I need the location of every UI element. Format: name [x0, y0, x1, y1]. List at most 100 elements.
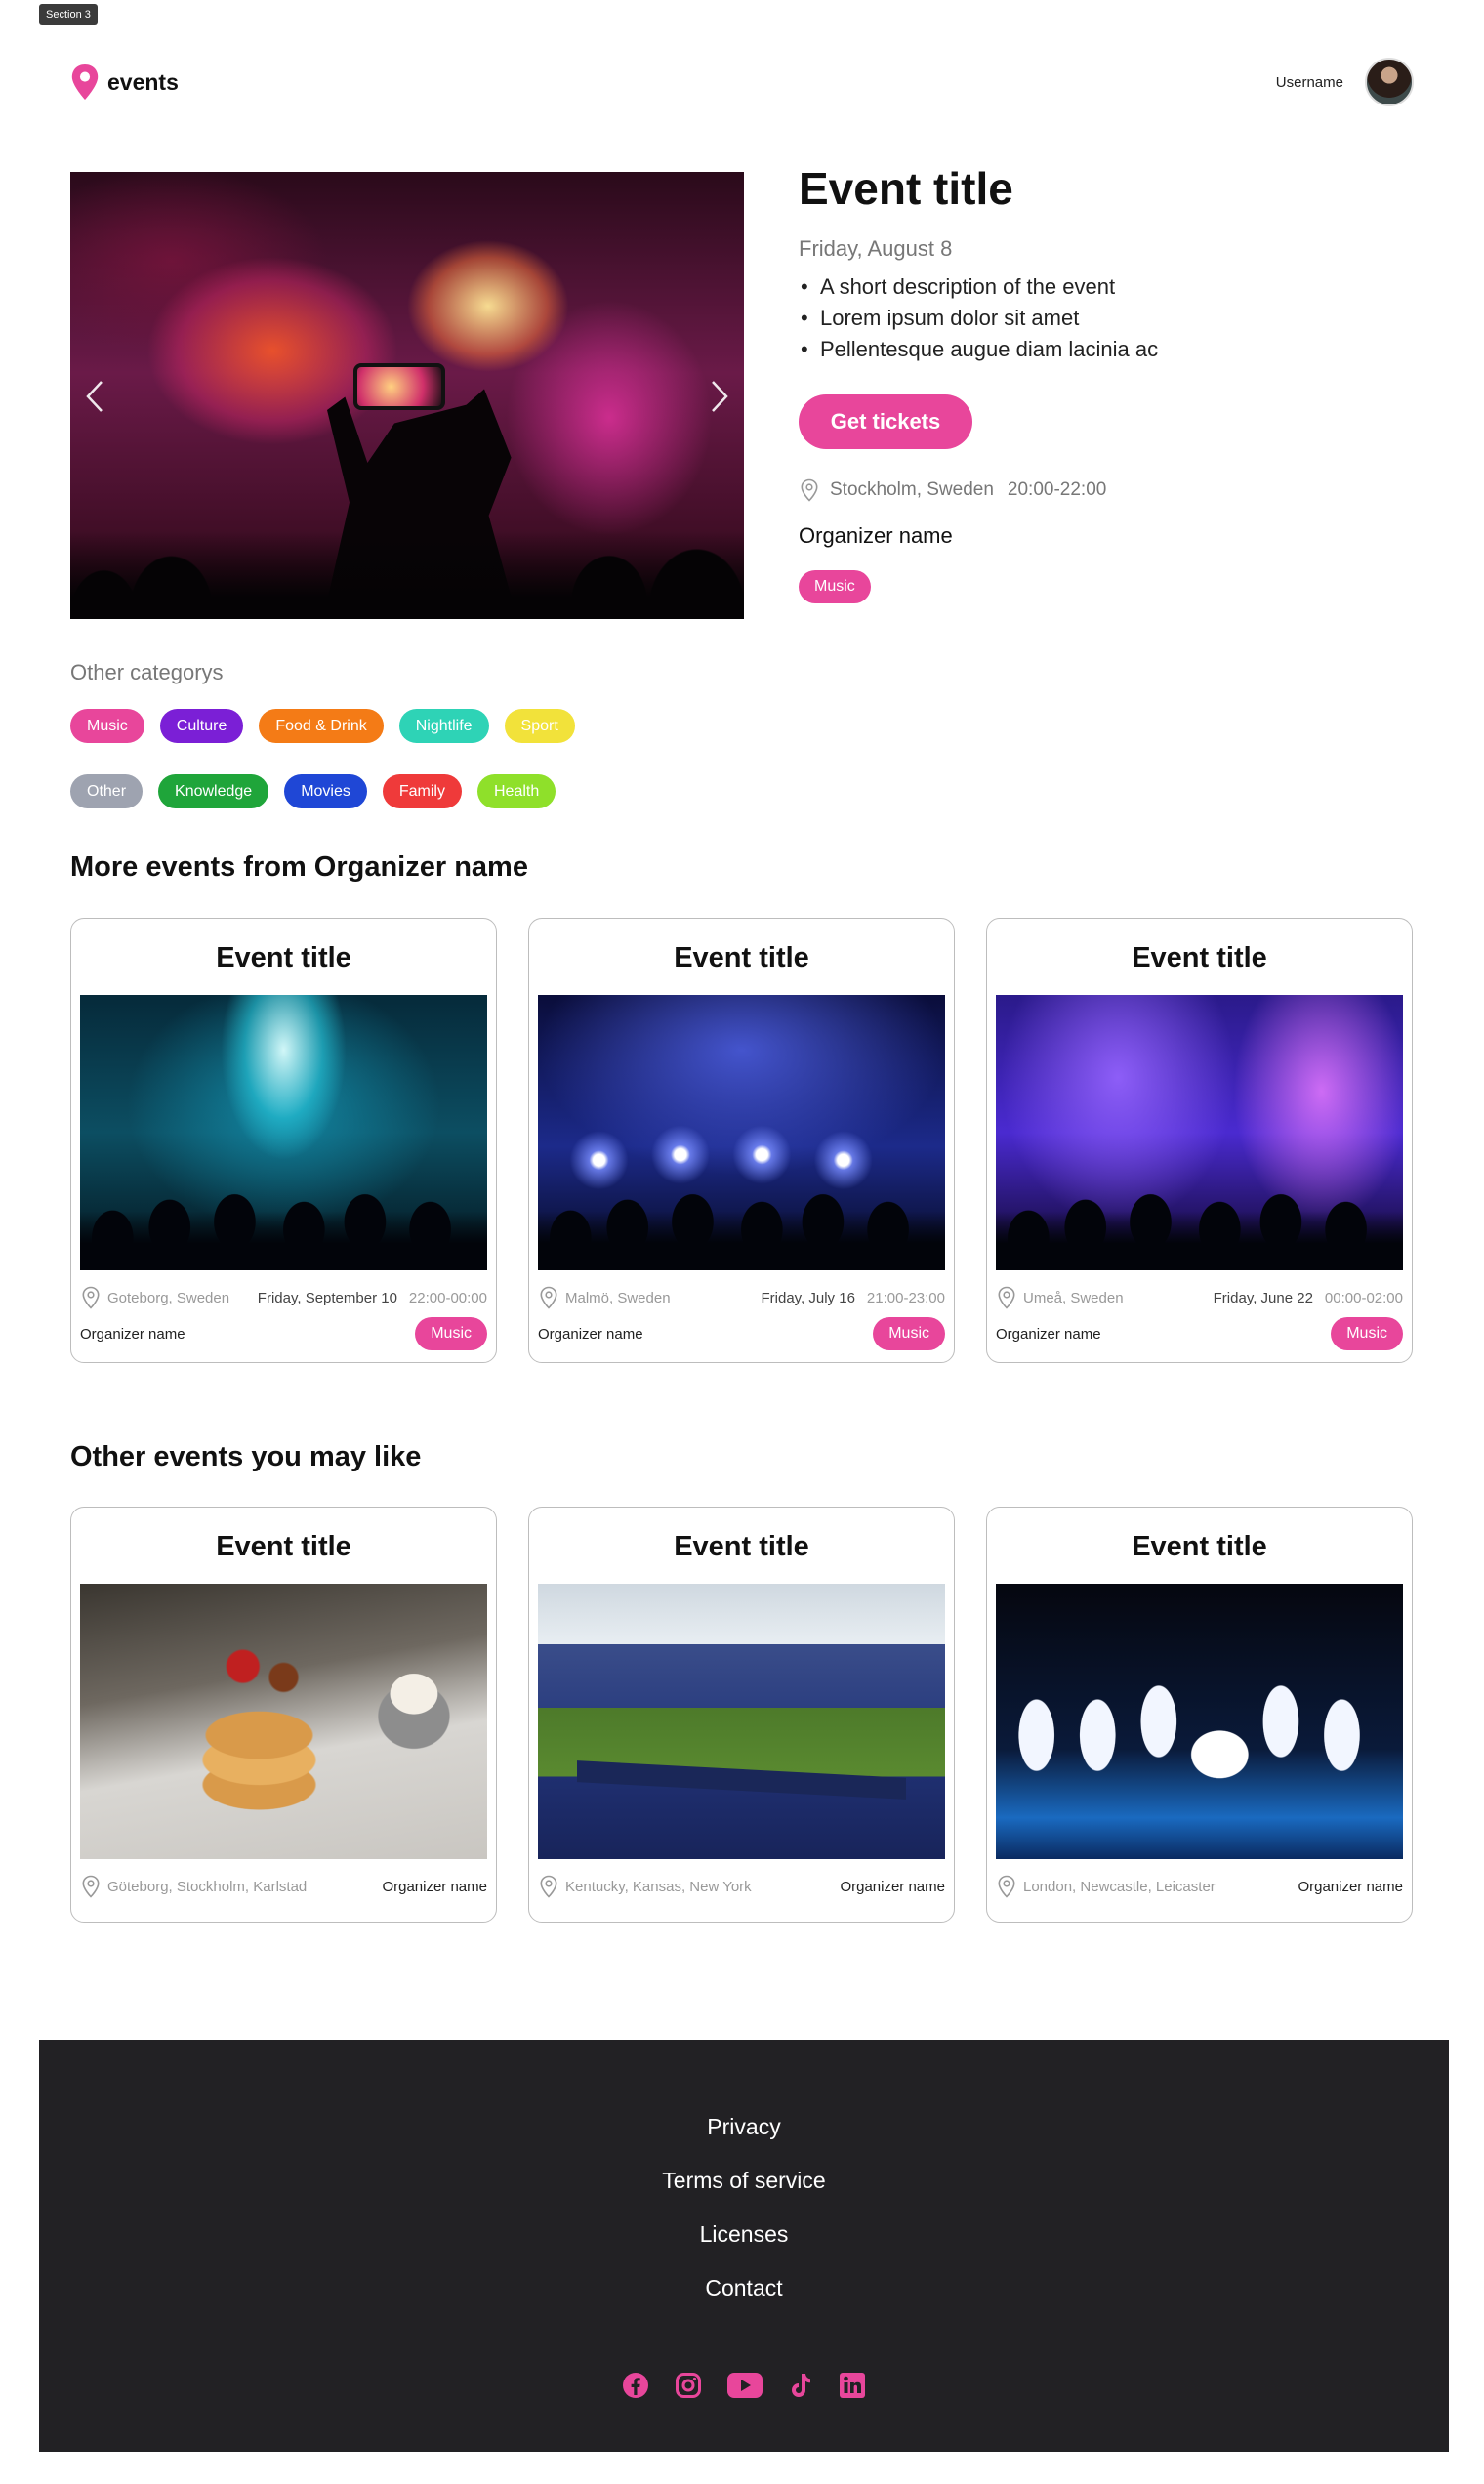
card-time: 21:00-23:00 [866, 1289, 945, 1306]
location-pin-icon [801, 478, 818, 502]
event-image [80, 995, 487, 1270]
phone-silhouette [353, 363, 445, 410]
category-list: Music Culture Food & Drink Nightlife Sport Ot… [70, 709, 676, 808]
event-image [996, 995, 1403, 1270]
section-tag: Section 3 [39, 4, 98, 25]
card-location: Umeå, Sweden [1023, 1289, 1124, 1306]
category-tag-music[interactable]: Music [799, 570, 871, 603]
event-time: 20:00-22:00 [1007, 479, 1107, 500]
card-meta: Goteborg, Sweden Friday, September 10 22… [80, 1286, 487, 1309]
location-pin-icon [82, 1286, 100, 1309]
category-tag-nightlife[interactable]: Nightlife [398, 709, 489, 743]
event-image [80, 1584, 487, 1859]
category-tag-family[interactable]: Family [382, 774, 462, 808]
card-location: Göteborg, Stockholm, Karlstad [107, 1878, 308, 1895]
description-item: A short description of the event [799, 271, 1384, 303]
instagram-icon[interactable] [675, 2372, 702, 2399]
category-tag-sport[interactable]: Sport [504, 709, 575, 743]
card-organizer: Organizer name [1298, 1878, 1403, 1895]
category-tag-culture[interactable]: Culture [159, 709, 244, 743]
location-pin-icon [540, 1875, 557, 1898]
event-card[interactable]: Event title Umeå, Sweden Friday, June 22… [986, 918, 1413, 1363]
footer-link-licenses[interactable]: Licenses [39, 2219, 1449, 2273]
event-card[interactable]: Event title Goteborg, Sweden Friday, Sep… [70, 918, 497, 1363]
card-time: 22:00-00:00 [408, 1289, 487, 1306]
location-pin-icon [540, 1286, 557, 1309]
user-menu[interactable]: Username [1276, 58, 1414, 106]
category-tag-health[interactable]: Health [476, 774, 556, 808]
location-pin-icon [82, 1875, 100, 1898]
logo[interactable]: events [70, 64, 179, 100]
category-tag-music[interactable]: Music [415, 1317, 487, 1350]
location-pin-icon [71, 64, 99, 100]
card-title: Event title [216, 1531, 351, 1562]
card-title: Event title [674, 1531, 809, 1562]
description-item: Lorem ipsum dolor sit amet [799, 303, 1384, 334]
footer-link-contact[interactable]: Contact [39, 2273, 1449, 2327]
card-title: Event title [1132, 1531, 1267, 1562]
event-image [538, 1584, 945, 1859]
logo-text: events [107, 68, 179, 95]
card-location: Kentucky, Kansas, New York [565, 1878, 752, 1895]
event-card[interactable]: Event title Göteborg, Stockholm, Karlsta… [70, 1507, 497, 1923]
description-item: Pellentesque augue diam lacinia ac [799, 334, 1384, 365]
card-organizer: Organizer name [996, 1325, 1101, 1343]
category-tag-food-drink[interactable]: Food & Drink [259, 709, 384, 743]
event-card[interactable]: Event title Malmö, Sweden Friday, July 1… [528, 918, 955, 1363]
category-tag-knowledge[interactable]: Knowledge [158, 774, 269, 808]
footer: Privacy Terms of service Licenses Contac… [39, 2040, 1449, 2452]
event-card[interactable]: Event title London, Newcastle, Leicaster… [986, 1507, 1413, 1923]
other-events-heading: Other events you may like [70, 1441, 422, 1472]
card-date: Friday, July 16 [761, 1289, 855, 1306]
other-events-list: Event title Göteborg, Stockholm, Karlsta… [70, 1507, 1413, 1923]
card-location: London, Newcastle, Leicaster [1023, 1878, 1216, 1895]
event-location: Stockholm, Sweden [830, 479, 994, 500]
card-title: Event title [1132, 942, 1267, 973]
social-links [39, 2372, 1449, 2399]
categories-heading: Other categorys [70, 660, 224, 684]
event-location-row: Stockholm, Sweden 20:00-22:00 [799, 478, 1384, 502]
tiktok-icon[interactable] [788, 2372, 813, 2399]
event-card[interactable]: Event title Kentucky, Kansas, New York O… [528, 1507, 955, 1923]
card-meta: Göteborg, Stockholm, Karlstad Organizer … [80, 1875, 487, 1922]
footer-link-privacy[interactable]: Privacy [39, 2112, 1449, 2166]
username[interactable]: Username [1276, 74, 1343, 91]
card-location: Malmö, Sweden [565, 1289, 671, 1306]
more-events-list: Event title Goteborg, Sweden Friday, Sep… [70, 918, 1413, 1363]
more-events-heading: More events from Organizer name [70, 851, 528, 883]
category-tag-movies[interactable]: Movies [284, 774, 367, 808]
facebook-icon[interactable] [622, 2372, 649, 2399]
linkedin-icon[interactable] [839, 2372, 866, 2399]
card-organizer: Organizer name [840, 1878, 945, 1895]
category-tag-music[interactable]: Music [70, 709, 144, 743]
card-organizer: Organizer name [80, 1325, 186, 1343]
category-tag-music[interactable]: Music [1331, 1317, 1403, 1350]
category-tag-music[interactable]: Music [873, 1317, 945, 1350]
card-title: Event title [674, 942, 809, 973]
card-date: Friday, September 10 [257, 1289, 397, 1306]
event-date: Friday, August 8 [799, 236, 953, 261]
location-pin-icon [998, 1286, 1015, 1309]
footer-links: Privacy Terms of service Licenses Contac… [39, 2040, 1449, 2327]
avatar[interactable] [1365, 58, 1414, 106]
card-meta: Malmö, Sweden Friday, July 16 21:00-23:0… [538, 1286, 945, 1309]
card-location: Goteborg, Sweden [107, 1289, 230, 1306]
category-tag-other[interactable]: Other [70, 774, 144, 808]
organizer-name[interactable]: Organizer name [799, 523, 1384, 549]
chevron-right-icon[interactable] [709, 379, 730, 421]
card-meta: London, Newcastle, Leicaster Organizer n… [996, 1875, 1403, 1922]
get-tickets-button[interactable]: Get tickets [799, 394, 972, 449]
card-meta: Kentucky, Kansas, New York Organizer nam… [538, 1875, 945, 1922]
card-organizer: Organizer name [538, 1325, 643, 1343]
event-info: Event title Friday, August 8 A short des… [799, 162, 1384, 603]
header: events Username [70, 55, 1414, 109]
chevron-left-icon[interactable] [84, 379, 105, 421]
footer-link-terms[interactable]: Terms of service [39, 2166, 1449, 2219]
card-meta: Umeå, Sweden Friday, June 22 00:00-02:00 [996, 1286, 1403, 1309]
event-image [996, 1584, 1403, 1859]
event-title: Event title [799, 163, 1013, 214]
card-date: Friday, June 22 [1213, 1289, 1313, 1306]
event-image [538, 995, 945, 1270]
crowd-silhouette [70, 473, 744, 619]
youtube-icon[interactable] [727, 2373, 763, 2398]
